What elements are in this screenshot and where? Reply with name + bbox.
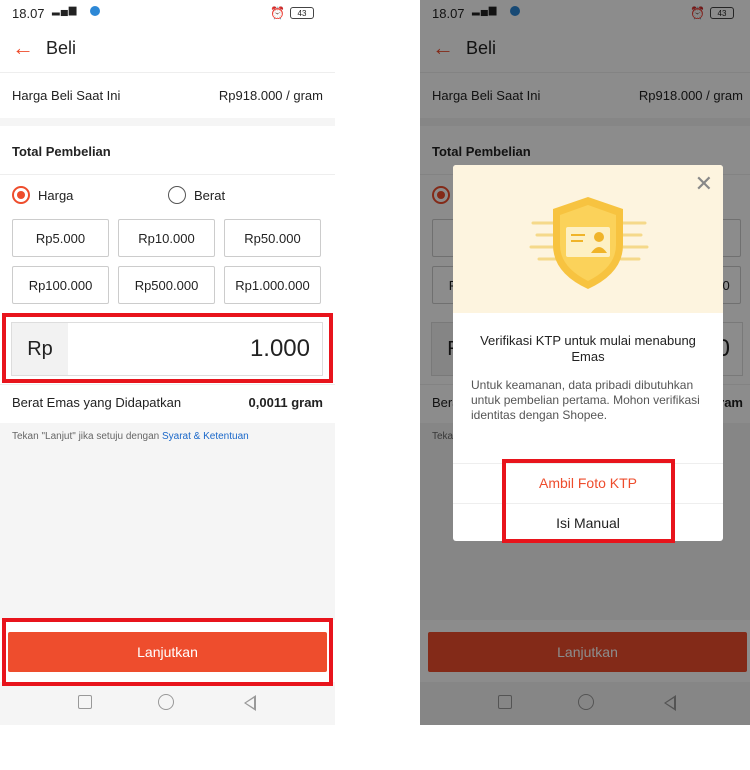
amount-option[interactable]: Rp1.000.000 bbox=[224, 266, 321, 304]
modal-illustration bbox=[453, 165, 723, 313]
page-title: Beli bbox=[46, 38, 77, 58]
amount-option[interactable]: Rp500.000 bbox=[118, 266, 215, 304]
weight-label: Berat Emas yang Didapatkan bbox=[12, 395, 182, 410]
amount-option[interactable]: Rp10.000 bbox=[118, 219, 215, 257]
radio-harga[interactable] bbox=[12, 186, 30, 204]
nav-home-icon[interactable] bbox=[158, 694, 174, 710]
radio-berat[interactable] bbox=[168, 186, 186, 204]
modal-body: Untuk keamanan, data pribadi dibutuhkan … bbox=[471, 378, 700, 422]
highlight-continue-button bbox=[2, 618, 333, 686]
nav-recent-icon[interactable] bbox=[78, 695, 92, 709]
terms-text: Tekan "Lanjut" jika setuju dengan bbox=[12, 431, 162, 442]
telegram-icon bbox=[90, 6, 100, 16]
radio-berat-label[interactable]: Berat bbox=[194, 188, 225, 203]
system-nav-bar bbox=[0, 682, 335, 725]
app-header: ← Beli bbox=[0, 26, 335, 73]
weight-result-row: Berat Emas yang Didapatkan 0,0011 gram bbox=[0, 384, 335, 423]
purchase-mode-radio-group: Harga Berat bbox=[12, 184, 322, 208]
amount-option[interactable]: Rp5.000 bbox=[12, 219, 109, 257]
current-price-row: Harga Beli Saat Ini Rp918.000 / gram bbox=[0, 73, 335, 118]
close-icon[interactable]: ✕ bbox=[695, 173, 713, 195]
nav-back-icon[interactable] bbox=[244, 695, 256, 711]
section-title: Total Pembelian bbox=[12, 144, 111, 159]
highlight-modal-buttons bbox=[502, 459, 675, 543]
highlight-amount-input bbox=[2, 313, 333, 383]
signal-icon: ▂▄▆ bbox=[52, 5, 78, 16]
phone-screen-ktp-modal: 18.07 ▂▄▆ ⏰ 43 ← Beli Harga Beli Saat In… bbox=[420, 0, 750, 725]
battery-icon: 43 bbox=[290, 7, 314, 19]
divider bbox=[0, 174, 335, 175]
radio-harga-label[interactable]: Harga bbox=[38, 188, 73, 203]
alarm-icon: ⏰ bbox=[270, 6, 285, 20]
modal-title: Verifikasi KTP untuk mulai menabung Emas bbox=[480, 333, 696, 364]
amount-option[interactable]: Rp100.000 bbox=[12, 266, 109, 304]
phone-screen-purchase: 18.07 ▂▄▆ ⏰ 43 ← Beli Harga Beli Saat In… bbox=[0, 0, 335, 725]
current-price-value: Rp918.000 / gram bbox=[218, 88, 323, 103]
current-price-label: Harga Beli Saat Ini bbox=[12, 88, 121, 103]
back-arrow-icon[interactable]: ← bbox=[12, 36, 34, 60]
terms-link[interactable]: Syarat & Ketentuan bbox=[162, 431, 249, 442]
terms-note: Tekan "Lanjut" jika setuju dengan Syarat… bbox=[12, 431, 249, 442]
shield-id-card-icon bbox=[529, 197, 649, 289]
status-bar: 18.07 ▂▄▆ ⏰ 43 bbox=[0, 0, 335, 26]
weight-value: 0,0011 gram bbox=[248, 395, 323, 410]
amount-option[interactable]: Rp50.000 bbox=[224, 219, 321, 257]
status-time: 18.07 bbox=[12, 6, 45, 21]
